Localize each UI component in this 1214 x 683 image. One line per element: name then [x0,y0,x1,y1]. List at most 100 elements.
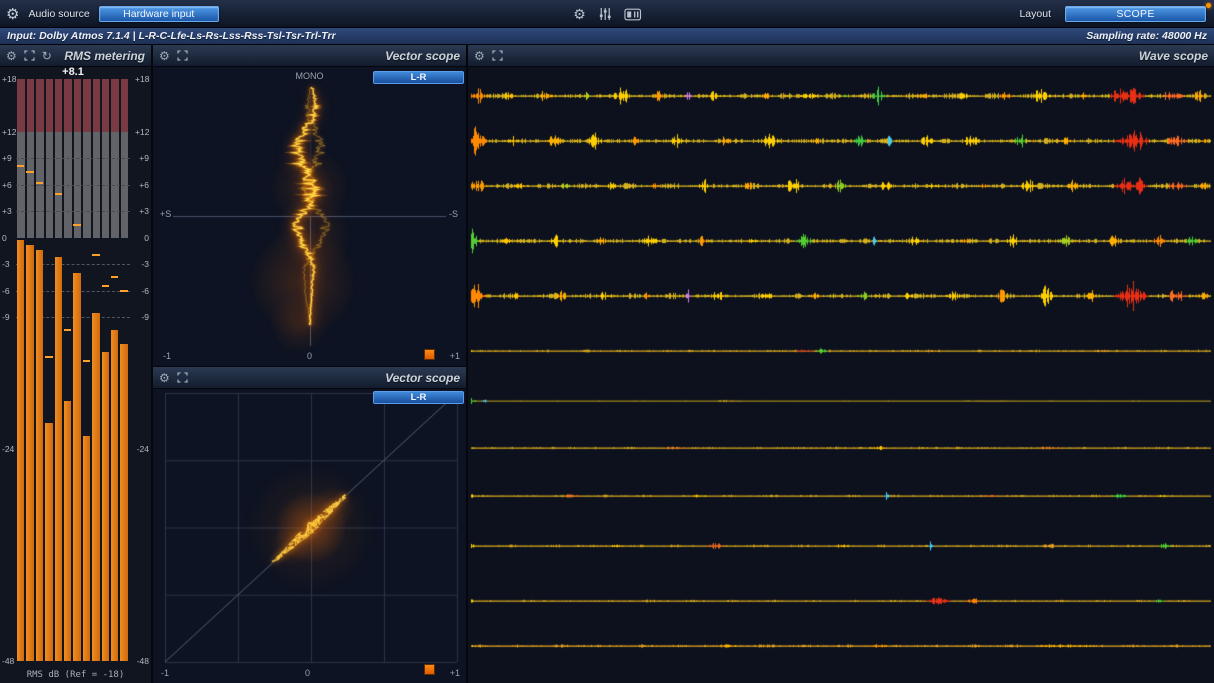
settings-icon[interactable]: ⚙ [6,7,19,22]
meter-scale-label: 0 [2,234,16,243]
meter-bar [73,273,80,661]
meter-peak-tick [26,171,33,173]
meter-bar [92,313,99,661]
meter-scale-label: -48 [2,657,16,666]
scale-minus-one: -1 [161,668,169,678]
meter-peak-tick [64,329,71,331]
clip-indicator [424,349,435,360]
info-bar: Input: Dolby Atmos 7.1.4 | L-R-C-Lfe-Ls-… [0,28,1214,45]
meter-scale-label: +18 [135,75,149,84]
top-bar-right-group: Layout SCOPE [1019,0,1206,28]
plus-s-axis-label: +S [160,209,171,219]
meter-gridline [16,211,130,212]
vector-scope-polar-header: ⚙ Vector scope [153,45,466,67]
fullscreen-icon[interactable] [492,50,503,61]
meter-scale-label: +18 [2,75,16,84]
meter-bar [102,352,109,661]
gear-icon[interactable]: ⚙ [474,50,485,62]
meter-peak-tick [73,224,80,226]
meter-peak-tick [36,182,43,184]
meter-scale-label: -6 [2,287,16,296]
analyzer-app: ⚙ Audio source Hardware input ⚙ [0,0,1214,683]
fullscreen-icon[interactable] [177,50,188,61]
meter-peak-tick [102,285,109,287]
sampling-rate-text: Sampling rate: 48000 Hz [1086,30,1207,42]
meter-bar [45,423,52,661]
meter-peak-tick [45,356,52,358]
gear-icon[interactable]: ⚙ [159,50,170,62]
gear-icon[interactable]: ⚙ [159,372,170,384]
meter-scale-label: +3 [2,207,16,216]
top-bar-left-group: ⚙ Audio source Hardware input [6,0,219,28]
vector-scope-xy-panel: ⚙ Vector scope L-R -1 0 +1 [153,367,466,683]
input-format-text: Input: Dolby Atmos 7.1.4 | L-R-C-Lfe-Ls-… [7,30,336,42]
fullscreen-icon[interactable] [24,50,35,61]
scale-zero: 0 [307,351,312,361]
rms-metering-panel: ⚙ ↻ RMS metering +8.1 +18 +18 +12 +12 +9 +9 +6… [0,45,151,683]
hardware-input-button[interactable]: Hardware input [99,6,219,22]
scale-plus-one: +1 [450,668,460,678]
meter-bar [26,245,33,661]
wave-scope-title: Wave scope [1139,49,1208,63]
rms-panel-header: ⚙ ↻ RMS metering [0,45,151,67]
vector-scope-polar-display [153,67,466,366]
meter-scale-label: -24 [135,445,149,454]
meter-gridline [16,185,130,186]
meter-scale-label: -48 [135,657,149,666]
meter-bar [64,401,71,661]
meter-scale-label: -3 [2,260,16,269]
meter-peak-tick [17,165,24,167]
sliders-icon[interactable] [598,7,612,21]
vector-scope-xy-display [153,389,466,683]
meter-bar [83,436,90,661]
meter-scale-label: -24 [2,445,16,454]
channel-pair-button[interactable]: L-R [373,391,464,404]
meter-scale-label: +6 [135,181,149,190]
rms-footer-label: RMS dB (Ref = -18) [0,670,151,680]
wave-scope-panel: ⚙ Wave scope [468,45,1214,683]
fullscreen-icon[interactable] [177,372,188,383]
meter-peak-tick [83,360,90,362]
meter-scale-label: +9 [2,154,16,163]
meter-scale-label: +3 [135,207,149,216]
global-settings-icon[interactable]: ⚙ [573,7,586,21]
notification-dot [1206,3,1211,8]
top-bar: ⚙ Audio source Hardware input ⚙ [0,0,1214,28]
vector-scope-polar-title: Vector scope [385,49,460,63]
minus-s-axis-label: -S [449,209,458,219]
meter-peak-tick [92,254,99,256]
meter-bar [120,344,127,661]
meter-peak-tick [111,276,118,278]
meter-bar [36,250,43,661]
wave-scope-display [468,67,1214,683]
meter-bar [55,257,62,661]
scope-button[interactable]: SCOPE [1065,6,1206,22]
gear-icon[interactable]: ⚙ [6,50,17,62]
meter-bar [17,240,24,661]
meter-scale-label: -9 [135,313,149,322]
layout-label: Layout [1019,8,1051,20]
clip-indicator [424,664,435,675]
meter-scale-label: -3 [135,260,149,269]
rms-max-readout: +8.1 [16,66,130,78]
meter-scale-label: -6 [135,287,149,296]
meter-scale-label: +12 [135,128,149,137]
meter-scale-label: +6 [2,181,16,190]
meter-gridline [16,158,130,159]
meter-scale-label: +9 [135,154,149,163]
mono-axis-label: MONO [153,71,466,81]
meter-scale-label: 0 [135,234,149,243]
meter-bar [111,330,118,661]
audio-source-label: Audio source [28,8,89,20]
top-bar-center-group: ⚙ [573,0,641,28]
wave-scope-header: ⚙ Wave scope [468,45,1214,67]
rms-meter-area: +18+18+12+12+9+9+6+6+3+300-3-3-6-6-9-9-2… [0,79,151,661]
rms-panel-title: RMS metering [64,49,145,63]
scale-plus-one: +1 [450,351,460,361]
scale-zero: 0 [305,668,310,678]
vector-scope-polar-panel: ⚙ Vector scope L-R MONO +S -S -1 0 +1 [153,45,466,366]
reset-icon[interactable]: ↻ [42,50,52,62]
scale-minus-one: -1 [163,351,171,361]
meter-scale-label: +12 [2,128,16,137]
input-output-icon[interactable] [624,8,641,21]
